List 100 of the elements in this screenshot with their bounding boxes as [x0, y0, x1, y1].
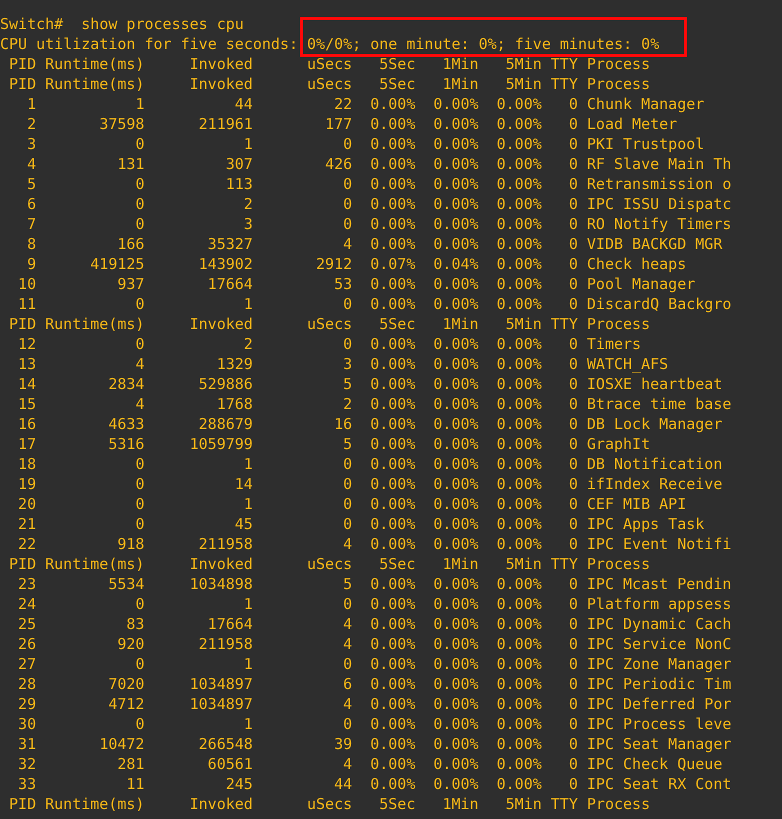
column-header: 5Min	[504, 314, 542, 334]
table-cell-text: 0.00%	[369, 714, 416, 734]
table-cell-text: 0	[568, 514, 578, 534]
table-cell-text: 1059799	[188, 434, 253, 454]
table-cell-text: 0.00%	[496, 334, 542, 354]
table-cell-text: 0.07%	[369, 254, 416, 274]
table-cell-text: 0.00%	[432, 654, 479, 674]
table-cell-text: 0.00%	[432, 374, 479, 394]
table-cell-text: 0.00%	[369, 574, 416, 594]
table-cell-text: 11	[125, 774, 144, 794]
table-cell-text: 2	[242, 334, 253, 354]
table-cell-text: 24	[17, 594, 36, 614]
table-cell-text: 0.00%	[369, 534, 416, 554]
table-cell-text: 0.00%	[496, 514, 542, 534]
table-cell-text: 0.00%	[432, 294, 479, 314]
table-cell-text: 19	[17, 474, 36, 494]
table-cell: Load Meter	[586, 114, 678, 134]
table-cell-text: 0.00%	[432, 574, 479, 594]
table-cell-text: 1	[242, 594, 253, 614]
table-cell-text: 44	[234, 94, 253, 114]
column-header: PID	[8, 314, 36, 334]
table-cell-text: 9	[26, 254, 36, 274]
table-cell-text: 22	[17, 534, 36, 554]
table-cell-text: 60561	[206, 754, 253, 774]
table-cell-text: 0.00%	[496, 154, 542, 174]
table-cell-text: 0.00%	[496, 194, 542, 214]
table-cell-text: 0	[342, 494, 352, 514]
table-cell-text: 307	[224, 154, 253, 174]
table-cell-text: 0.00%	[432, 754, 479, 774]
table-cell-text: 2912	[315, 254, 352, 274]
table-cell-text: 0.00%	[369, 674, 416, 694]
table-cell-text: 30	[17, 714, 36, 734]
column-header: 1Min	[441, 794, 479, 814]
table-cell-text: 53	[333, 274, 352, 294]
table-cell-text: 0.00%	[496, 654, 542, 674]
column-header: PID	[8, 74, 36, 94]
table-cell: CEF MIB API	[586, 494, 686, 514]
table-cell-text: 0.00%	[369, 694, 416, 714]
table-cell-text: 0	[568, 174, 578, 194]
table-cell-text: 4	[342, 754, 352, 774]
table-cell-text: 0.00%	[369, 234, 416, 254]
table-cell: Retransmission o	[586, 174, 732, 194]
table-cell-text: 0.00%	[369, 214, 416, 234]
table-cell-text: 0.00%	[369, 614, 416, 634]
table-cell-text: 166	[116, 234, 144, 254]
table-cell-text: 281	[116, 754, 144, 774]
table-cell-text: 16	[333, 414, 352, 434]
table-cell-text: 1	[134, 94, 144, 114]
table-cell-text: 0	[342, 194, 352, 214]
table-cell-text: 0.00%	[496, 254, 542, 274]
table-cell-text: 0.00%	[432, 154, 479, 174]
table-cell-text: 0.00%	[496, 534, 542, 554]
table-cell-text: 0.00%	[496, 214, 542, 234]
table-cell-text: 17	[17, 434, 36, 454]
table-cell-text: 1329	[216, 354, 253, 374]
table-cell-text: 4712	[107, 694, 144, 714]
table-cell-text: 27	[17, 654, 36, 674]
table-cell-text: 33	[17, 774, 36, 794]
table-cell-text: 0.00%	[369, 774, 416, 794]
table-cell-text: 45	[234, 514, 253, 534]
table-cell-text: 5	[26, 174, 36, 194]
column-header: Invoked	[188, 554, 253, 574]
column-header: uSecs	[306, 794, 352, 814]
summary-value: 0%/0%; one minute: 0%; five minutes: 0%	[307, 35, 660, 53]
table-cell-text: 4	[342, 234, 352, 254]
table-cell-text: 0	[342, 454, 352, 474]
table-cell-text: 0.00%	[369, 454, 416, 474]
table-cell-text: 0.00%	[496, 114, 542, 134]
table-cell-text: 2	[242, 194, 253, 214]
table-cell-text: 0	[568, 214, 578, 234]
table-cell-text: 0	[568, 114, 578, 134]
table-cell-text: 0.00%	[369, 194, 416, 214]
table-cell-text: 0.00%	[496, 134, 542, 154]
table-cell-text: 0.00%	[432, 534, 479, 554]
table-cell-text: 426	[324, 154, 352, 174]
table-cell-text: 14	[234, 474, 253, 494]
column-header: Runtime(ms)	[44, 74, 144, 94]
column-header: 5Sec	[378, 314, 416, 334]
table-cell-text: 5	[342, 374, 352, 394]
table-cell: DB Notification	[586, 454, 722, 474]
table-cell-text: 0	[568, 154, 578, 174]
table-cell-text: 0.00%	[496, 414, 542, 434]
table-cell-text: 0.00%	[496, 774, 542, 794]
table-cell-text: 6	[26, 194, 36, 214]
table-cell-text: 5534	[107, 574, 144, 594]
table-cell-text: 0	[568, 234, 578, 254]
table-cell-text: 18	[17, 454, 36, 474]
table-cell: IPC Apps Task	[586, 514, 704, 534]
column-header: uSecs	[306, 554, 352, 574]
table-cell-text: 20	[17, 494, 36, 514]
table-cell: GraphIt	[586, 434, 650, 454]
table-cell-text: 0	[568, 434, 578, 454]
table-cell-text: 22	[333, 94, 352, 114]
table-cell-text: 1	[242, 134, 253, 154]
table-cell-text: 28	[17, 674, 36, 694]
table-cell-text: 0	[134, 594, 144, 614]
table-cell: IPC Seat Manager	[586, 734, 732, 754]
table-cell: Btrace time base	[586, 394, 732, 414]
table-cell-text: 83	[125, 614, 144, 634]
table-cell-text: 0	[134, 134, 144, 154]
